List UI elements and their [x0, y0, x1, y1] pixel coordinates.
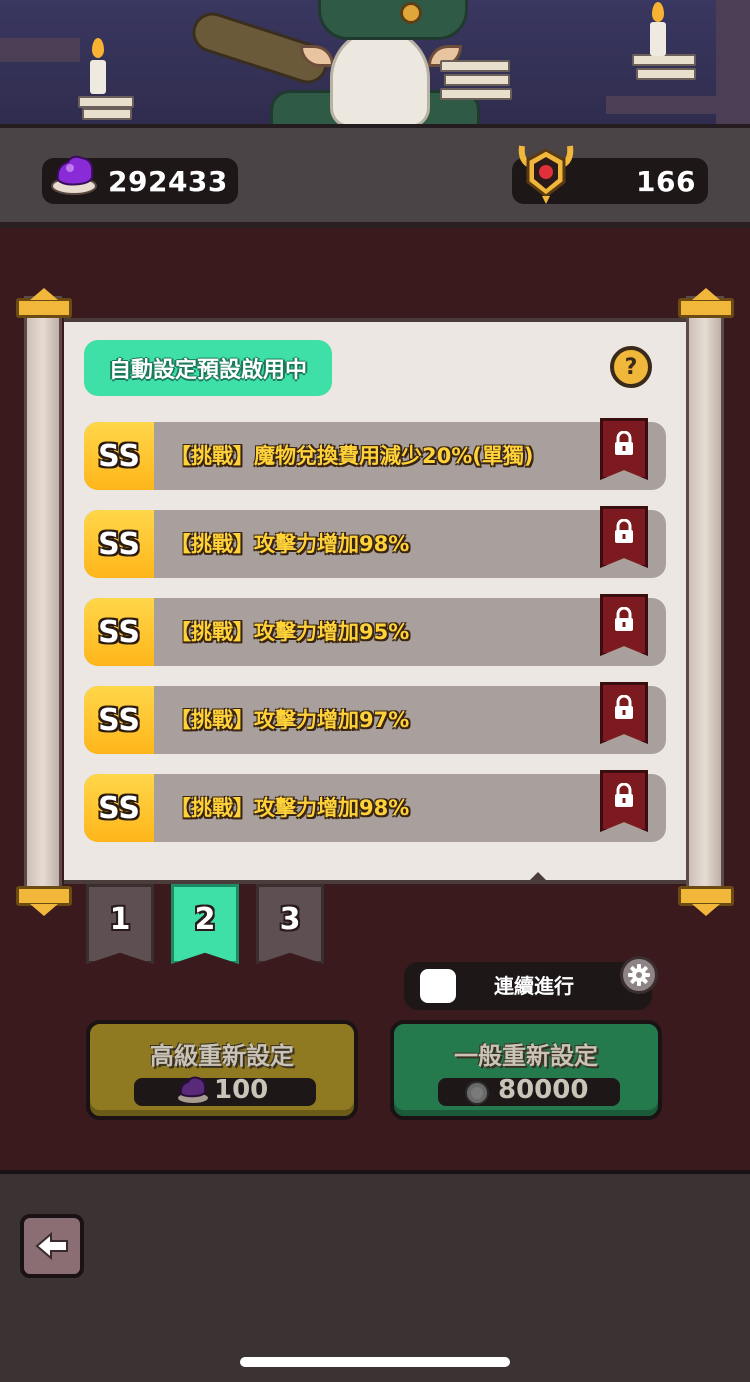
advanced-reset-cost: 100 [134, 1075, 316, 1106]
book [440, 60, 510, 72]
currency-bar: 292433 166 [0, 124, 750, 228]
rod-tip [692, 288, 720, 300]
advanced-reset-title: 高級重新設定 [150, 1042, 294, 1070]
normal-reset-button[interactable]: 一般重新設定 80000 [390, 1020, 662, 1120]
grade-badge: SS [84, 422, 154, 490]
option-text: 【挑戰】魔物兌換費用減少20%(單獨) [170, 444, 534, 468]
preset-tab-1[interactable]: 1 [86, 884, 154, 964]
scroll-rod-left [24, 296, 62, 894]
option-row: SS 【挑戰】攻擊力增加98% [84, 774, 666, 842]
rod-tip [30, 904, 58, 916]
gem-counter: 292433 [42, 155, 238, 204]
option-text: 【挑戰】攻擊力增加97% [170, 708, 410, 732]
grade-badge: SS [84, 510, 154, 578]
preset-tab-3[interactable]: 3 [256, 884, 324, 964]
candle-flame [92, 38, 104, 58]
gear-icon [628, 964, 650, 986]
candle [90, 60, 106, 94]
trophy-count: 166 [636, 164, 696, 198]
horned-emblem-icon [518, 145, 574, 204]
candle [650, 22, 666, 56]
normal-reset-cost-value: 80000 [498, 1075, 589, 1105]
continuous-checkbox[interactable] [420, 969, 456, 1003]
option-row: SS 【挑戰】攻擊力增加97% [84, 686, 666, 754]
option-row: SS 【挑戰】攻擊力增加98% [84, 510, 666, 578]
book [82, 108, 132, 120]
option-text: 【挑戰】攻擊力增加98% [170, 532, 410, 556]
padlock-icon [615, 783, 633, 807]
coin-icon [465, 1081, 489, 1105]
rod-cap [16, 298, 72, 318]
purple-gem-icon [51, 155, 97, 195]
padlock-icon [615, 431, 633, 455]
gem-count: 292433 [108, 164, 228, 198]
book [78, 96, 134, 108]
rod-cap [16, 886, 72, 906]
settings-button[interactable] [620, 956, 658, 994]
padlock-icon [615, 695, 633, 719]
shelf [0, 38, 80, 62]
rod-cap [678, 886, 734, 906]
padlock-icon [615, 607, 633, 631]
back-button[interactable] [20, 1214, 84, 1278]
grade-badge: SS [84, 598, 154, 666]
hat-bell [400, 2, 422, 24]
continuous-toggle[interactable]: 連續進行 [404, 962, 652, 1010]
shelf [716, 0, 750, 128]
book [444, 74, 510, 86]
purple-gem-icon [178, 1076, 208, 1103]
option-row: SS 【挑戰】魔物兌換費用減少20%(單獨) [84, 422, 666, 490]
padlock-icon [615, 519, 633, 543]
book [636, 68, 696, 80]
preset-tab-2[interactable]: 2 [171, 884, 239, 964]
rod-cap [678, 298, 734, 318]
preset-active-badge: 自動設定預設啟用中 [84, 340, 332, 396]
advanced-reset-cost-value: 100 [214, 1075, 269, 1105]
option-row: SS 【挑戰】攻擊力增加95% [84, 598, 666, 666]
bottom-bar [0, 1170, 750, 1382]
trophy-counter: 166 [512, 145, 708, 204]
normal-reset-title: 一般重新設定 [454, 1042, 598, 1070]
rod-tip [692, 904, 720, 916]
wizard-face [330, 28, 430, 128]
left-arrow-icon [35, 1231, 68, 1261]
advanced-reset-button[interactable]: 高級重新設定 100 [86, 1020, 358, 1120]
wizard-hat [318, 0, 468, 40]
home-indicator[interactable] [240, 1357, 510, 1367]
grade-badge: SS [84, 774, 154, 842]
panel-notch [526, 872, 550, 884]
book [440, 88, 512, 100]
scene-banner [0, 0, 750, 128]
grade-badge: SS [84, 686, 154, 754]
scroll-rod-right [686, 296, 724, 894]
option-text: 【挑戰】攻擊力增加95% [170, 620, 410, 644]
candle-flame [652, 2, 664, 22]
continuous-label: 連續進行 [494, 974, 574, 998]
option-text: 【挑戰】攻擊力增加98% [170, 796, 410, 820]
normal-reset-cost: 80000 [438, 1075, 620, 1106]
rod-tip [30, 288, 58, 300]
help-button[interactable]: ? [610, 346, 652, 388]
